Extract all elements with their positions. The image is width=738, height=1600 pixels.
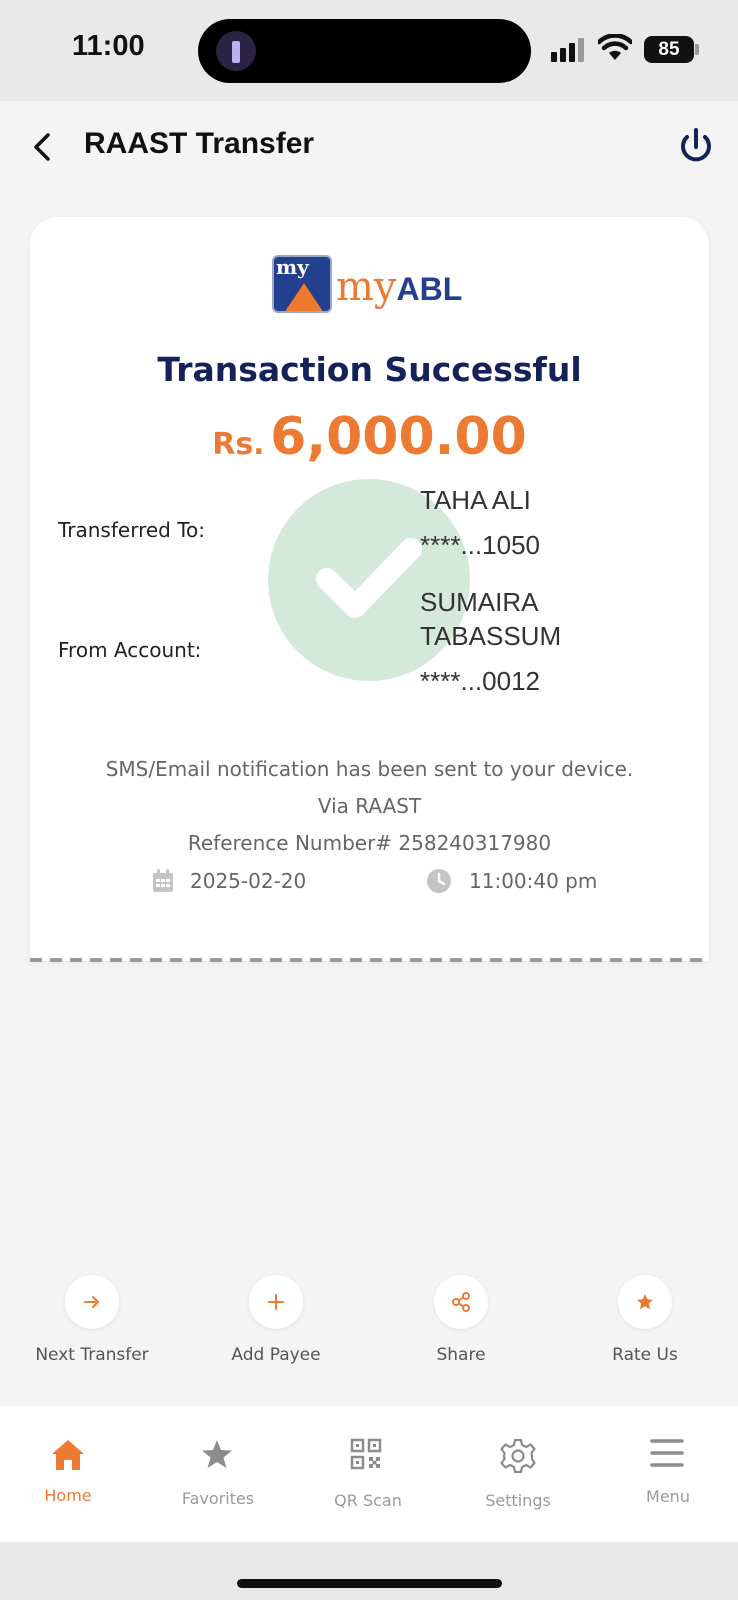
star-icon bbox=[637, 1294, 653, 1310]
date-time-row: 2025-02-20 11:00:40 pm bbox=[30, 867, 709, 899]
arrow-right-icon bbox=[84, 1296, 99, 1308]
add-payee-action[interactable]: Add Payee bbox=[196, 1275, 356, 1375]
nav-qr-scan[interactable]: QR Scan bbox=[298, 1436, 438, 1526]
next-transfer-action[interactable]: Next Transfer bbox=[12, 1275, 172, 1375]
from-account-label: From Account: bbox=[58, 638, 202, 662]
header: RAAST Transfer bbox=[0, 101, 738, 191]
add-payee-label: Add Payee bbox=[231, 1345, 321, 1365]
logout-power-icon[interactable] bbox=[676, 125, 716, 169]
star-icon bbox=[202, 1440, 232, 1468]
sender-account: ****...0012 bbox=[420, 666, 540, 696]
rate-us-button[interactable] bbox=[618, 1275, 672, 1329]
back-arrow-icon[interactable] bbox=[28, 127, 58, 167]
nav-favorites-label: Favorites bbox=[181, 1489, 255, 1508]
sender-name-line1: SUMAIRA bbox=[420, 587, 539, 617]
nav-menu[interactable]: Menu bbox=[598, 1436, 738, 1526]
share-button[interactable] bbox=[434, 1275, 488, 1329]
share-icon bbox=[452, 1292, 470, 1312]
nav-home[interactable]: Home bbox=[0, 1436, 138, 1526]
dynamic-island bbox=[198, 19, 531, 83]
reference-number: Reference Number# 258240317980 bbox=[187, 831, 552, 855]
rate-us-action[interactable]: Rate Us bbox=[565, 1275, 725, 1375]
currency-label: Rs. bbox=[212, 427, 265, 462]
sender-name-line2: TABASSUM bbox=[420, 621, 562, 651]
receipt-perforation bbox=[30, 958, 709, 962]
gear-icon bbox=[500, 1438, 536, 1474]
share-action[interactable]: Share bbox=[381, 1275, 541, 1375]
status-bar: 11:00 85 bbox=[0, 0, 738, 101]
share-label: Share bbox=[436, 1345, 486, 1365]
battery-nub bbox=[695, 44, 699, 55]
add-payee-button[interactable] bbox=[249, 1275, 303, 1329]
via-text: Via RAAST bbox=[317, 794, 422, 818]
nav-menu-label: Menu bbox=[646, 1487, 690, 1506]
flashlight-icon bbox=[216, 31, 256, 71]
amount-value: 6,000.00 bbox=[270, 407, 527, 467]
success-title: Transaction Successful bbox=[157, 350, 582, 389]
calendar-icon bbox=[153, 869, 173, 892]
home-indicator-area bbox=[0, 1542, 738, 1600]
wifi-icon bbox=[598, 34, 632, 60]
nav-home-label: Home bbox=[44, 1486, 92, 1505]
transaction-time: 11:00:40 pm bbox=[469, 869, 598, 893]
plus-icon bbox=[268, 1294, 284, 1310]
home-indicator[interactable] bbox=[237, 1579, 502, 1588]
qr-icon bbox=[350, 1438, 382, 1470]
transaction-amount: Rs. 6,000.00 bbox=[30, 407, 709, 467]
payee-account: ****...1050 bbox=[420, 530, 540, 560]
cellular-signal-icon bbox=[551, 38, 587, 62]
next-transfer-button[interactable] bbox=[65, 1275, 119, 1329]
hamburger-icon bbox=[650, 1439, 684, 1467]
logo-wordmark: myABL bbox=[336, 264, 463, 310]
receipt-card: my myABL Transaction Successful Rs. 6,00… bbox=[30, 217, 709, 961]
page-title: RAAST Transfer bbox=[84, 127, 315, 160]
status-time: 11:00 bbox=[72, 30, 145, 62]
nav-settings-label: Settings bbox=[485, 1491, 551, 1510]
next-transfer-label: Next Transfer bbox=[35, 1345, 149, 1365]
payee-name: TAHA ALI bbox=[420, 485, 531, 515]
nav-favorites[interactable]: Favorites bbox=[148, 1436, 288, 1526]
home-icon bbox=[52, 1440, 84, 1470]
transaction-date: 2025-02-20 bbox=[190, 869, 307, 893]
nav-settings[interactable]: Settings bbox=[448, 1436, 588, 1526]
logo-emblem: my bbox=[272, 255, 332, 313]
rate-us-label: Rate Us bbox=[612, 1345, 678, 1365]
myabl-logo: my myABL bbox=[272, 255, 472, 323]
transferred-to-label: Transferred To: bbox=[58, 518, 206, 542]
notification-text: SMS/Email notification has been sent to … bbox=[105, 757, 634, 781]
clock-icon bbox=[427, 869, 451, 893]
nav-qr-scan-label: QR Scan bbox=[334, 1491, 402, 1510]
battery-indicator: 85 bbox=[644, 36, 694, 63]
bottom-nav: Home Favorites QR Scan Settings Menu bbox=[0, 1406, 738, 1542]
